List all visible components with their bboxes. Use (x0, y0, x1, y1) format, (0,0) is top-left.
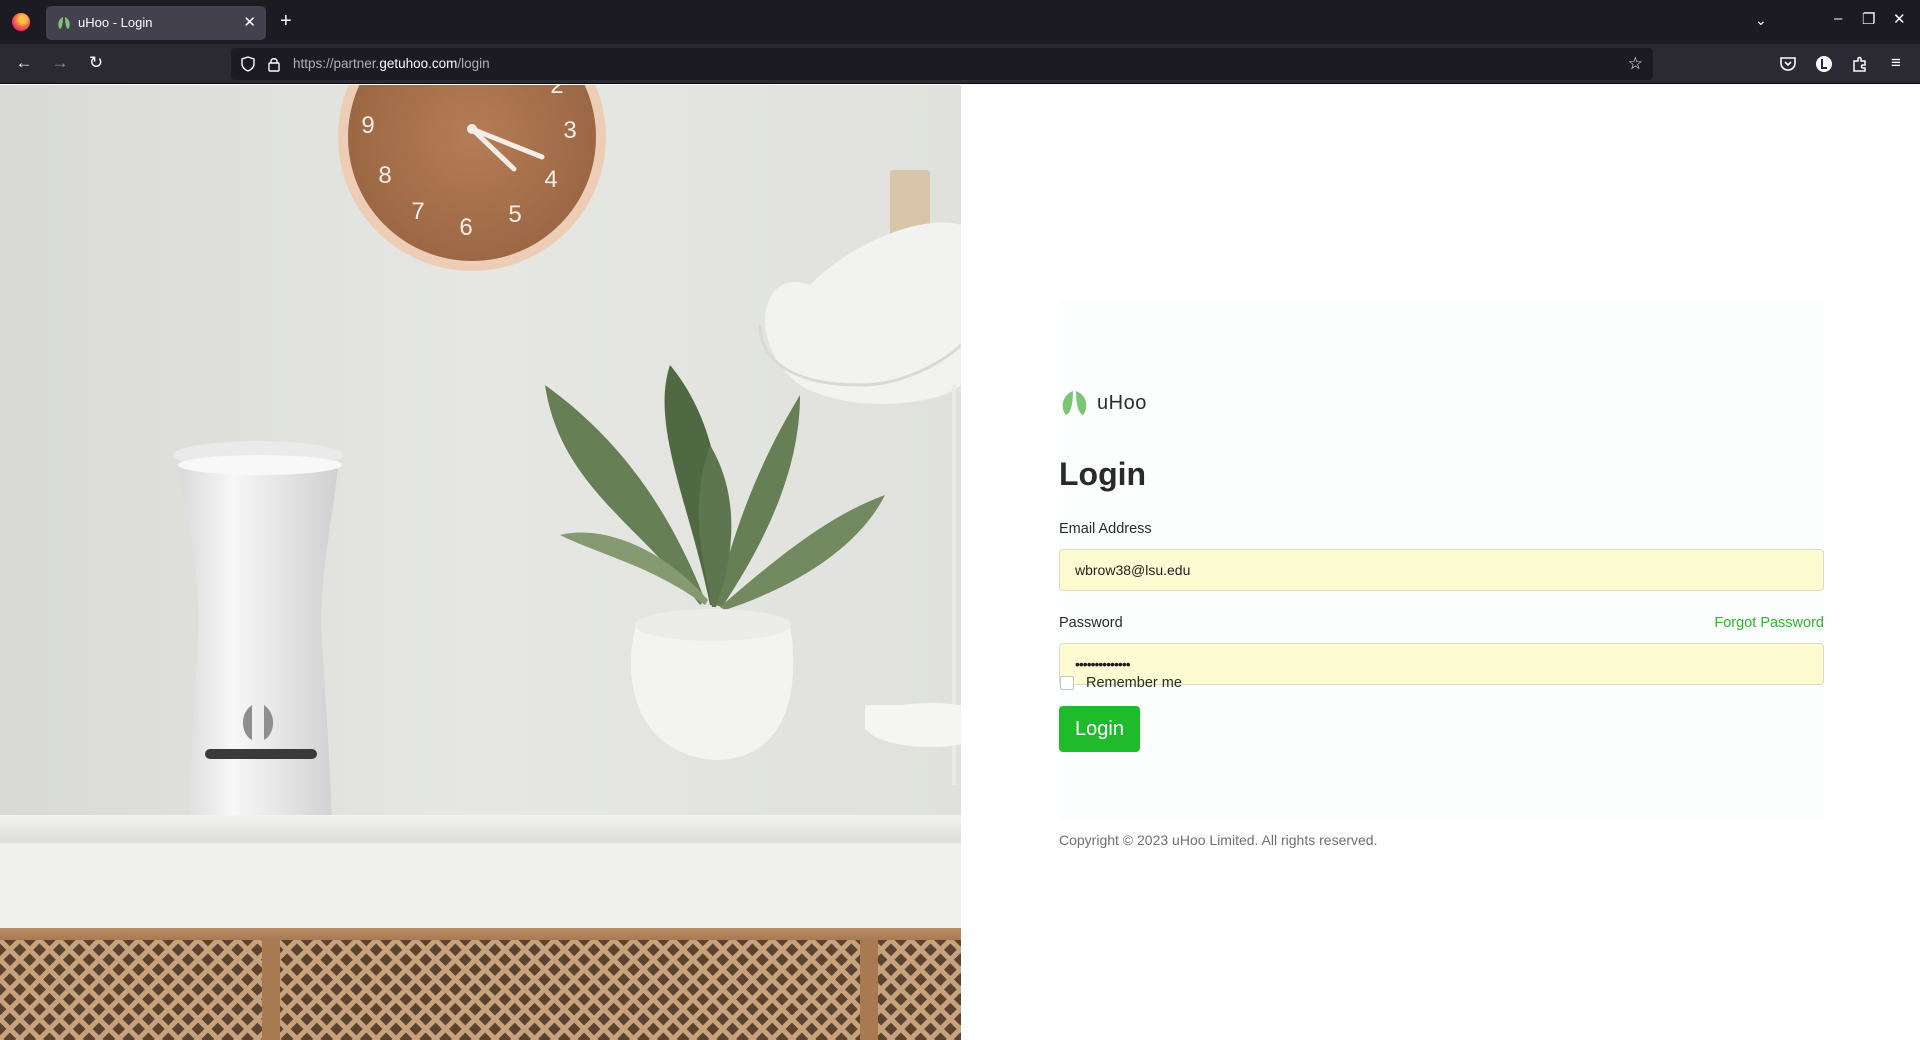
new-tab-button[interactable]: + (280, 9, 292, 33)
svg-text:8: 8 (378, 162, 391, 189)
browser-tab[interactable]: uHoo - Login ✕ (46, 6, 266, 40)
svg-text:5: 5 (508, 201, 521, 228)
lock-icon[interactable] (267, 56, 281, 72)
firefox-icon[interactable] (12, 13, 30, 31)
uhoo-favicon-icon (58, 17, 70, 29)
bookmark-star-icon[interactable]: ☆ (1628, 54, 1643, 74)
url-text[interactable]: https://partner.getuhoo.com/login (293, 56, 490, 71)
forward-icon[interactable]: → (48, 52, 72, 74)
page-title: Login (1059, 456, 1147, 492)
email-label: Email Address (1059, 521, 1152, 537)
extensions-puzzle-icon[interactable] (1850, 54, 1870, 74)
browser-tab-bar: uHoo - Login ✕ + ⌄ – ❐ ✕ (0, 0, 1920, 44)
uhoo-logo-icon (1062, 391, 1087, 415)
menu-hamburger-icon[interactable]: ≡ (1884, 52, 1908, 74)
svg-text:7: 7 (411, 198, 424, 225)
back-icon[interactable]: ← (12, 52, 36, 74)
svg-text:4: 4 (544, 166, 557, 193)
forgot-password-link[interactable]: Forgot Password (1714, 615, 1824, 631)
password-label: Password (1059, 615, 1123, 631)
reload-icon[interactable]: ↻ (84, 52, 108, 74)
tracking-protection-shield-icon[interactable] (241, 56, 255, 72)
account-avatar-icon[interactable] (1814, 54, 1834, 74)
window-close-icon[interactable]: ✕ (1893, 10, 1906, 28)
restore-icon[interactable]: ❐ (1862, 10, 1875, 28)
remember-me-label[interactable]: Remember me (1086, 675, 1182, 691)
page: 9 8 7 6 5 4 3 2 uHoo Login Email Address… (0, 85, 1920, 1040)
login-button[interactable]: Login (1059, 706, 1140, 752)
hero-image: 9 8 7 6 5 4 3 2 (0, 85, 961, 1040)
url-host: getuhoo.com (379, 56, 458, 71)
copyright-text: Copyright © 2023 uHoo Limited. All right… (1059, 832, 1378, 848)
login-panel: uHoo Login Email Address wbrow38@lsu.edu… (1059, 300, 1825, 848)
svg-text:3: 3 (563, 117, 576, 144)
email-field[interactable]: wbrow38@lsu.edu (1059, 549, 1824, 591)
pocket-icon[interactable] (1778, 54, 1798, 74)
browser-nav-bar: ← → ↻ https://partner.getuhoo.com/login … (0, 44, 1920, 84)
url-prefix: https://partner. (293, 56, 380, 71)
svg-text:9: 9 (361, 112, 374, 139)
svg-text:2: 2 (550, 85, 563, 99)
hero-illustration: 9 8 7 6 5 4 3 2 (0, 85, 961, 1040)
url-path: /login (457, 56, 490, 71)
close-tab-icon[interactable]: ✕ (243, 13, 256, 31)
list-all-tabs-icon[interactable]: ⌄ (1755, 12, 1767, 29)
svg-text:6: 6 (459, 214, 472, 241)
minimize-icon[interactable]: – (1834, 10, 1842, 27)
remember-me-checkbox[interactable] (1060, 676, 1074, 690)
logo-text: uHoo (1097, 392, 1147, 414)
tab-title: uHoo - Login (78, 15, 153, 30)
address-bar[interactable]: https://partner.getuhoo.com/login ☆ (231, 48, 1653, 80)
